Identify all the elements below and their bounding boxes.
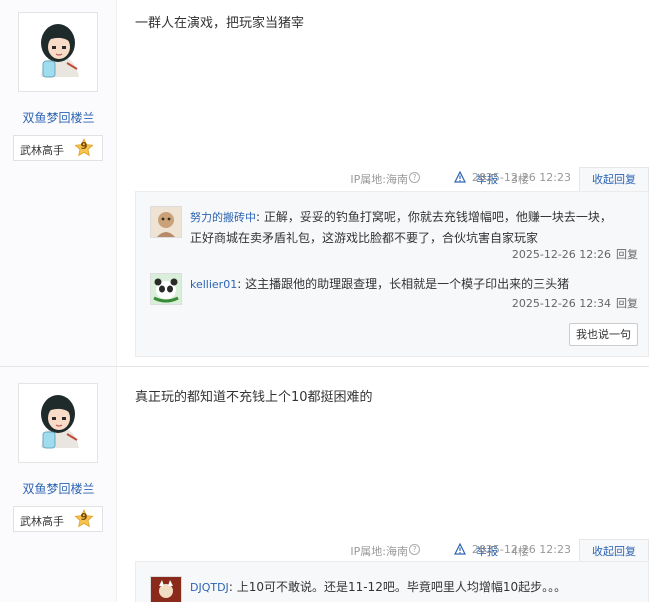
reply-meta: 2025-12-26 12:26 回复: [512, 246, 638, 262]
reply-meta: 2025-12-26 12:34 回复: [512, 295, 638, 311]
post-time: 2025-12-26 12:23: [471, 171, 571, 184]
avatar-image: [21, 15, 95, 89]
avatar[interactable]: [18, 12, 98, 92]
ip-location: IP属地:海南: [350, 545, 408, 558]
reply-username[interactable]: 努力的搬砖中: [190, 211, 256, 224]
reply-item: DJQTDJ: 上10可不敢说。还是11-12吧。毕竟吧里人均增幅10起步。。。: [150, 576, 640, 602]
post-content: 真正玩的都知道不充钱上个10都挺困难的: [135, 390, 373, 405]
post-tail: IP属地:海南 ? 举报 3楼 2025-12-26 12:23 收起回复: [135, 167, 649, 192]
reply-button[interactable]: 回复: [616, 248, 638, 261]
post-floor-3: 双鱼梦回楼兰 武林高手 9 一群人在演戏，把玩家当猪宰 IP属地:海南 ? 举报…: [0, 0, 649, 367]
reply-username[interactable]: kellier01: [190, 278, 237, 291]
reply-list: DJQTDJ: 上10可不敢说。还是11-12吧。毕竟吧里人均增幅10起步。。。: [135, 561, 649, 602]
warning-icon: [454, 543, 466, 555]
author-name[interactable]: 双鱼梦回楼兰: [0, 480, 117, 497]
reply-text: 努力的搬砖中: 正解，妥妥的钓鱼打窝呢，你就去充钱增幅吧，他赚一块去一块， 正好…: [190, 207, 640, 248]
reply-list: 努力的搬砖中: 正解，妥妥的钓鱼打窝呢，你就去充钱增幅吧，他赚一块去一块， 正好…: [135, 191, 649, 357]
reply-avatar[interactable]: [150, 273, 182, 305]
reply-avatar[interactable]: [150, 206, 182, 238]
reply-separator: :: [237, 277, 242, 291]
author-column: 双鱼梦回楼兰 武林高手 9: [0, 367, 117, 602]
reply-separator: :: [228, 580, 233, 594]
author-column: 双鱼梦回楼兰 武林高手 9: [0, 0, 117, 366]
help-icon[interactable]: ?: [409, 172, 420, 183]
reply-time: 2025-12-26 12:26: [511, 248, 611, 261]
reply-time: 2025-12-26 12:34: [511, 297, 611, 310]
badge-title: 武林高手: [20, 144, 64, 157]
reply-separator: :: [256, 210, 261, 224]
reply-content-line2: 正好商城在卖矛盾礼包，这游戏比脸都不要了，合伙坑害自家玩家: [190, 231, 539, 245]
avatar-image: [21, 386, 95, 460]
ip-location: IP属地:海南: [350, 173, 408, 186]
help-icon[interactable]: ?: [409, 544, 420, 555]
level-star-icon: 9: [74, 137, 94, 158]
reply-text: DJQTDJ: 上10可不敢说。还是11-12吧。毕竟吧里人均增幅10起步。。。: [190, 577, 640, 598]
reply-avatar[interactable]: [150, 576, 182, 602]
post-time: 2025-12-26 12:23: [471, 543, 571, 556]
reply-content-line1: 这主播跟他的助理跟查理，长相就是一个模子印出来的三头猪: [245, 277, 570, 291]
level-star-icon: 9: [74, 508, 94, 529]
author-name[interactable]: 双鱼梦回楼兰: [0, 109, 117, 126]
badge-title: 武林高手: [20, 515, 64, 528]
reply-content-line1: 上10可不敢说。还是11-12吧。毕竟吧里人均增幅10起步。。。: [236, 580, 567, 594]
reply-username[interactable]: DJQTDJ: [190, 581, 229, 594]
level-badge[interactable]: 武林高手 9: [13, 506, 103, 532]
post-floor-4: 双鱼梦回楼兰 武林高手 9 真正玩的都知道不充钱上个10都挺困难的 IP属地:海…: [0, 367, 649, 602]
fold-replies-button[interactable]: 收起回复: [579, 167, 649, 192]
add-reply-button[interactable]: 我也说一句: [569, 323, 638, 346]
post-tail: IP属地:海南 ? 举报 4楼 2025-12-26 12:23 收起回复: [135, 539, 649, 564]
avatar[interactable]: [18, 383, 98, 463]
level-number: 9: [80, 512, 88, 523]
level-number: 9: [80, 141, 88, 152]
level-badge[interactable]: 武林高手 9: [13, 135, 103, 161]
reply-button[interactable]: 回复: [616, 297, 638, 310]
reply-content-line1: 正解，妥妥的钓鱼打窝呢，你就去充钱增幅吧，他赚一块去一块，: [263, 210, 612, 224]
reply-text: kellier01: 这主播跟他的助理跟查理，长相就是一个模子印出来的三头猪: [190, 274, 640, 295]
post-content: 一群人在演戏，把玩家当猪宰: [135, 16, 305, 31]
warning-icon: [454, 171, 466, 183]
